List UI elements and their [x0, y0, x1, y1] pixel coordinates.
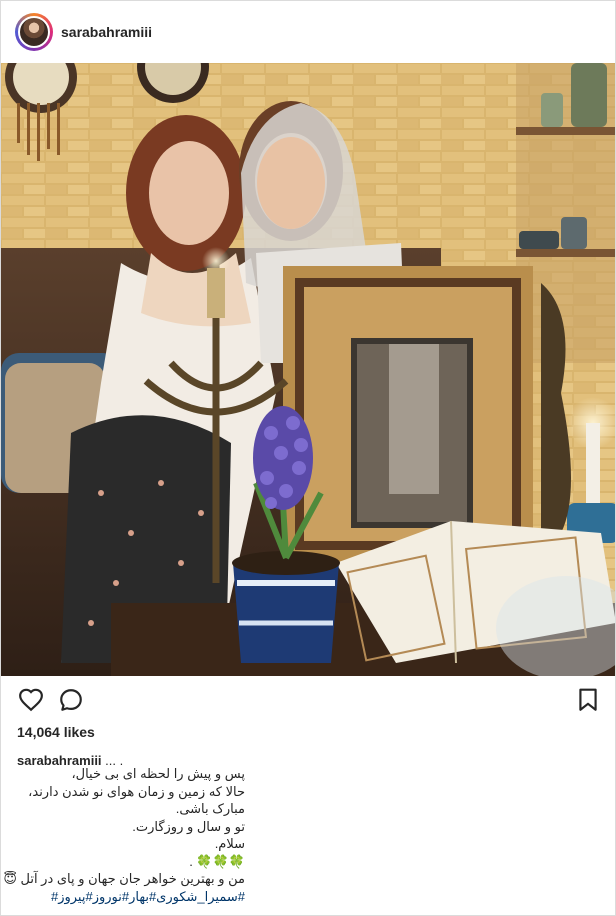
- caption-line: تو و سال و روزگارت.: [132, 818, 245, 834]
- hashtags[interactable]: #سمیرا_شکوری#بهار#نوروز#پیروز#: [15, 888, 245, 906]
- caption-line: حالا که زمین و زمان هوای نو شدن دارند،: [28, 783, 245, 799]
- caption-line: من و بهترین خواهر جان جهان و پای در آتل …: [3, 871, 245, 886]
- caption-line: مبارک باشی.: [175, 801, 245, 816]
- post-header: sarabahramiii: [1, 1, 615, 63]
- caption-line: 🍀🍀🍀 .: [189, 853, 245, 869]
- post-username[interactable]: sarabahramiii: [61, 24, 152, 40]
- likes-count[interactable]: 14,064 likes: [17, 724, 95, 740]
- caption-line: سلام.: [214, 836, 245, 851]
- post-actions: [1, 677, 615, 721]
- avatar[interactable]: [15, 13, 53, 51]
- instagram-post: sarabahramiii 14,064 likes sarabahramiii…: [0, 0, 616, 916]
- profile-avatar-image: [18, 16, 50, 48]
- photo-illustration: [1, 63, 615, 676]
- comment-bubble-icon[interactable]: [58, 687, 84, 713]
- caption-text: پس و پیش را لحظه ای بی خیال، حالا که زمی…: [3, 765, 245, 906]
- bookmark-icon[interactable]: [575, 687, 601, 713]
- caption-line: پس و پیش را لحظه ای بی خیال،: [71, 766, 245, 781]
- post-photo[interactable]: [1, 63, 615, 676]
- heart-icon[interactable]: [18, 687, 44, 713]
